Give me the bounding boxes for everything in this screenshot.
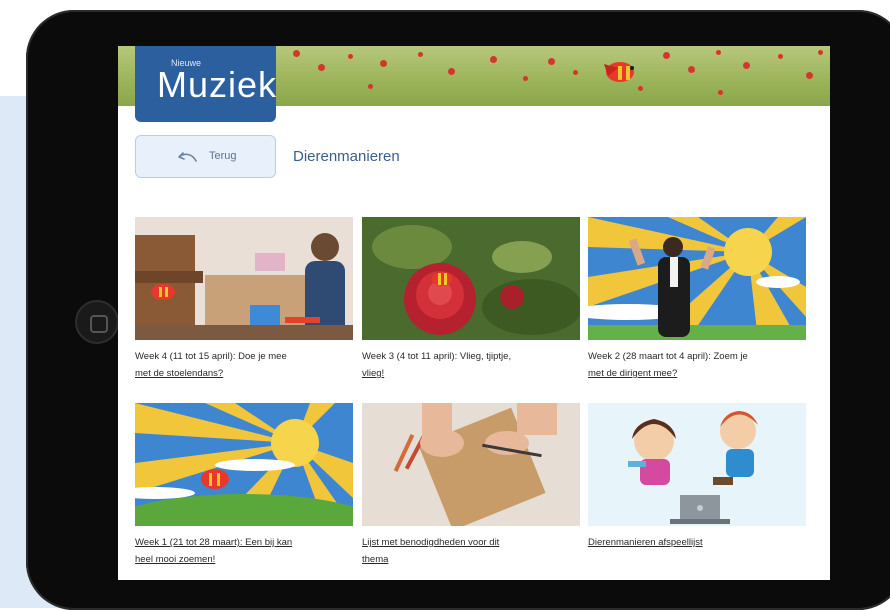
card-title-line1: Week 2 (28 maart tot 4 april): Zoem je xyxy=(588,351,748,362)
card-thumbnail[interactable] xyxy=(135,403,353,526)
page-title: Dierenmanieren xyxy=(293,148,400,165)
card-title-line1: Week 3 (4 tot 11 april): Vlieg, tjiptje, xyxy=(362,351,512,362)
back-arrow-icon xyxy=(178,152,197,162)
card-link[interactable]: met de stoelendans? xyxy=(135,368,223,379)
card-link[interactable]: vlieg! xyxy=(362,368,384,379)
card-link-line2[interactable]: thema xyxy=(362,554,388,565)
tablet-screen: Nieuwe Muziek Terug Dierenmanieren Week … xyxy=(118,46,830,580)
card-thumbnail[interactable] xyxy=(135,217,353,340)
logo-title: Muziek xyxy=(157,64,278,105)
bird-mascot-icon xyxy=(604,62,634,82)
back-button-label: Terug xyxy=(209,150,237,162)
card-title-line1: Week 4 (11 tot 15 april): Doe je mee xyxy=(135,351,287,362)
card-link-line1[interactable]: Week 1 (21 tot 28 maart): Een bij kan xyxy=(135,537,292,548)
card-thumbnail[interactable] xyxy=(588,217,806,340)
card-thumbnail[interactable] xyxy=(588,403,806,526)
card-link-line1[interactable]: Lijst met benodigdheden voor dit xyxy=(362,537,499,548)
card-link-line2[interactable]: heel mooi zoemen! xyxy=(135,554,215,565)
card-link[interactable]: met de dirigent mee? xyxy=(588,368,677,379)
site-logo[interactable]: Nieuwe Muziek xyxy=(135,46,276,122)
card-link-line1[interactable]: Dierenmanieren afspeellijst xyxy=(588,537,703,548)
home-button[interactable] xyxy=(75,300,119,344)
back-button[interactable]: Terug xyxy=(135,135,276,178)
card-thumbnail[interactable] xyxy=(362,217,580,340)
card-thumbnail[interactable] xyxy=(362,403,580,526)
